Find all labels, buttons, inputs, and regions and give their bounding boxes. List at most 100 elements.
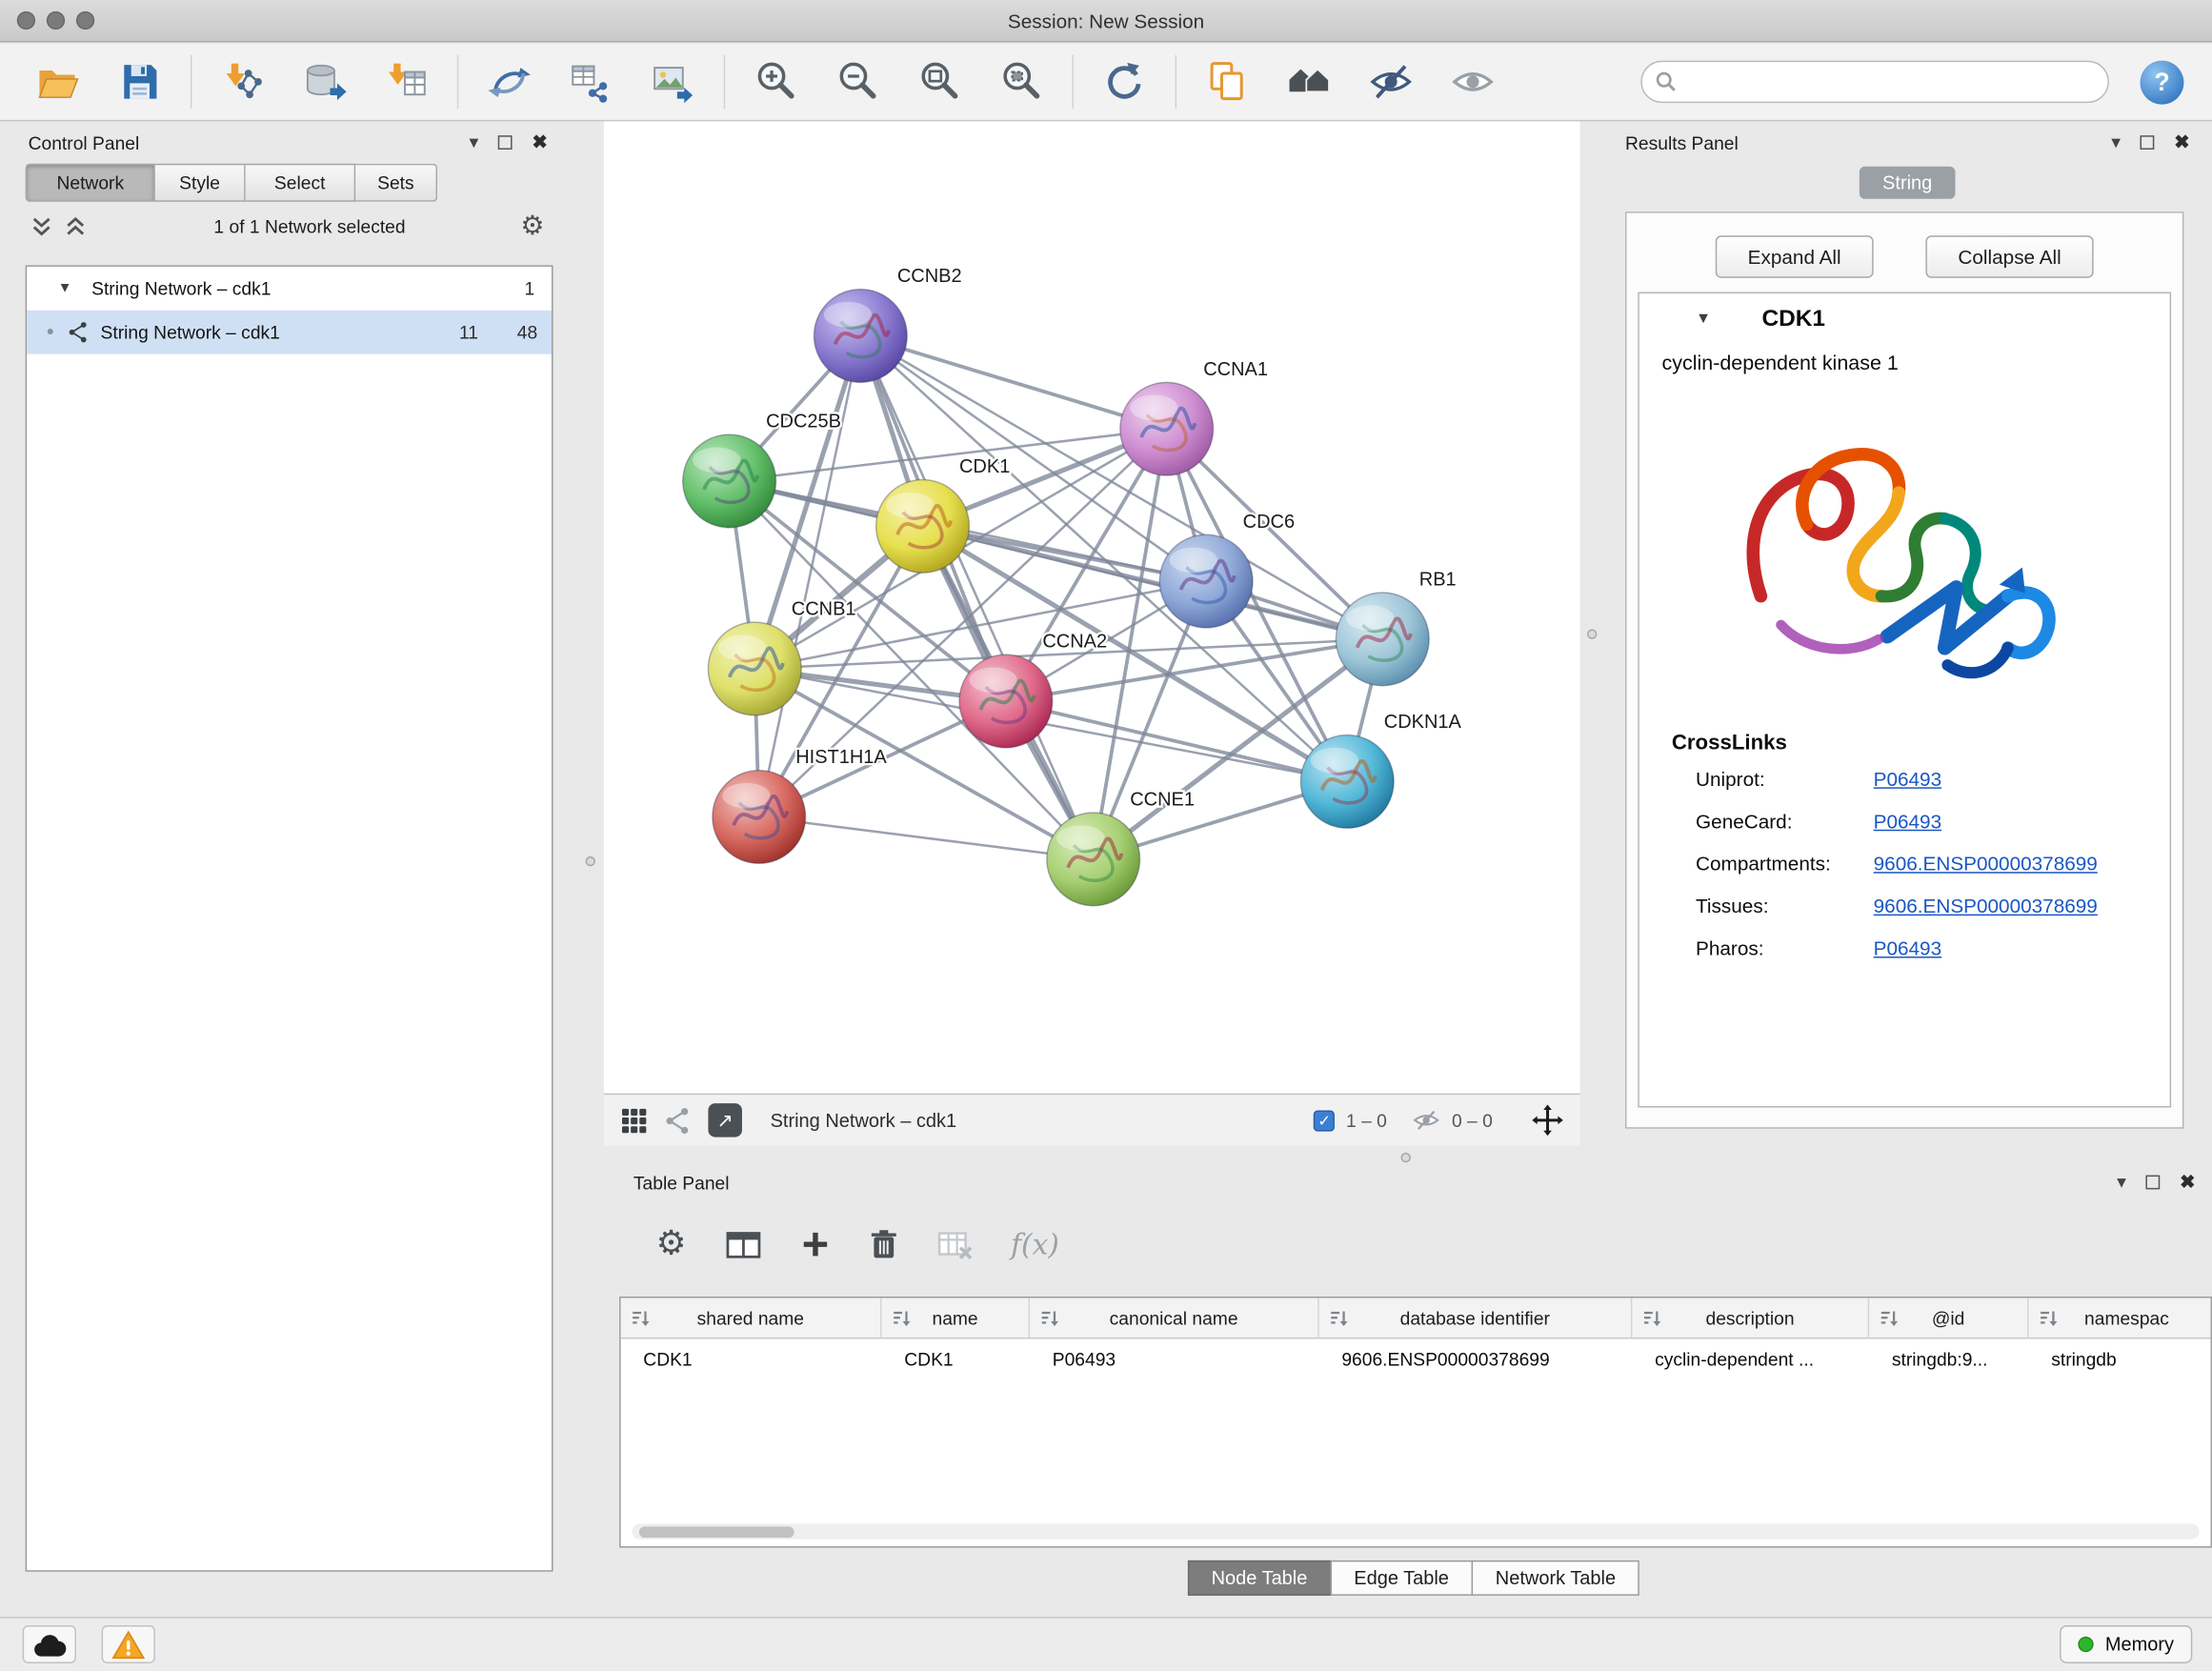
gene-name: CDK1 [1761, 306, 1825, 332]
help-button[interactable]: ? [2141, 60, 2184, 104]
table-settings-gear-icon[interactable]: ⚙ [656, 1227, 687, 1261]
crosslink-value-link[interactable]: P06493 [1874, 936, 1941, 959]
network-type-icon[interactable] [665, 1107, 692, 1134]
birdseye-grid-icon[interactable] [621, 1107, 648, 1134]
crosslink-row: GeneCard:P06493 [1639, 800, 2170, 842]
network-edge[interactable] [759, 335, 861, 816]
network-node-CCNB2[interactable] [814, 290, 907, 383]
tab-select[interactable]: Select [246, 164, 356, 202]
export-image-icon[interactable] [648, 56, 698, 107]
save-session-icon[interactable] [114, 56, 165, 107]
tab-style[interactable]: Style [155, 164, 246, 202]
panel-maximize-icon[interactable] [498, 135, 513, 150]
column-header--id[interactable]: @id [1869, 1298, 2028, 1337]
network-node-CCNA1[interactable] [1120, 382, 1214, 475]
crosslink-value-link[interactable]: 9606.ENSP00000378699 [1874, 895, 2098, 917]
crosslink-value-link[interactable]: P06493 [1874, 810, 1941, 833]
panel-maximize-icon[interactable] [2146, 1176, 2161, 1190]
network-row-selected[interactable]: • String Network – cdk1 11 48 [27, 311, 552, 354]
memory-button[interactable]: Memory [2060, 1625, 2192, 1663]
network-canvas[interactable]: CCNB2CCNA1CDC25BCDK1CDC6RB1CCNB1CCNA2CDK… [604, 121, 1580, 1093]
network-node-CCNA2[interactable] [959, 654, 1053, 748]
column-header-description[interactable]: description [1632, 1298, 1869, 1337]
network-options-gear-icon[interactable]: ⚙ [520, 212, 544, 239]
panel-close-icon[interactable]: ✖ [2174, 131, 2189, 154]
import-network-database-icon[interactable] [299, 56, 350, 107]
tab-node-table[interactable]: Node Table [1187, 1560, 1331, 1596]
column-header-label: namespac [2084, 1307, 2169, 1328]
hidden-eye-icon[interactable] [1412, 1106, 1440, 1135]
panel-float-icon[interactable]: ▾ [2111, 131, 2121, 154]
import-table-file-icon[interactable] [381, 56, 432, 107]
network-edge[interactable] [1006, 701, 1347, 781]
window-titlebar: Session: New Session [0, 0, 2212, 42]
network-node-CDKN1A[interactable] [1300, 735, 1394, 829]
network-edge[interactable] [860, 335, 1166, 429]
column-header-database-identifier[interactable]: database identifier [1319, 1298, 1633, 1337]
network-node-RB1[interactable] [1336, 593, 1429, 686]
table-row[interactable]: CDK1CDK1P064939606.ENSP00000378699cyclin… [621, 1339, 2211, 1378]
table-horizontal-scrollbar[interactable] [632, 1523, 2199, 1539]
collapse-entry-icon[interactable]: ▼ [1696, 311, 1711, 328]
tab-network-table[interactable]: Network Table [1472, 1560, 1640, 1596]
pan-mode-crosshair-icon[interactable] [1532, 1105, 1563, 1137]
new-network-from-selection-icon[interactable] [566, 56, 616, 107]
open-session-icon[interactable] [32, 56, 83, 107]
network-node-CDC25B[interactable] [683, 434, 776, 528]
network-node-label: CCNB2 [897, 266, 962, 287]
crosslink-value-link[interactable]: P06493 [1874, 768, 1941, 791]
zoom-fit-icon[interactable] [915, 56, 965, 107]
panel-float-icon[interactable]: ▾ [2117, 1171, 2126, 1194]
detach-view-button[interactable]: ↗ [708, 1103, 742, 1137]
zoom-in-icon[interactable] [751, 56, 801, 107]
network-edge[interactable] [860, 335, 1093, 858]
crosslink-row: Compartments:9606.ENSP00000378699 [1639, 842, 2170, 884]
panel-maximize-icon[interactable] [2141, 135, 2155, 150]
import-network-file-icon[interactable] [217, 56, 268, 107]
expand-all-networks-icon[interactable] [65, 215, 86, 236]
search-input[interactable] [1640, 61, 2109, 103]
selected-checkbox-icon[interactable]: ✓ [1314, 1110, 1335, 1131]
show-hide-graphics-details-icon[interactable] [1366, 56, 1417, 107]
zoom-out-icon[interactable] [833, 56, 883, 107]
network-collection-row[interactable]: ▼ String Network – cdk1 1 [27, 267, 552, 311]
tree-expanded-icon[interactable]: ▼ [58, 281, 72, 296]
network-merge-icon[interactable] [484, 56, 534, 107]
column-header-namespac[interactable]: namespac [2029, 1298, 2212, 1337]
home-icon[interactable] [1284, 56, 1335, 107]
show-columns-icon[interactable] [724, 1228, 761, 1260]
network-node-CCNB1[interactable] [708, 622, 801, 715]
tab-edge-table[interactable]: Edge Table [1330, 1560, 1473, 1596]
network-node-CDK1[interactable] [876, 480, 970, 574]
expand-all-button[interactable]: Expand All [1716, 235, 1874, 277]
collapse-all-button[interactable]: Collapse All [1925, 235, 2093, 277]
column-header-canonical-name[interactable]: canonical name [1030, 1298, 1319, 1337]
tab-network[interactable]: Network [26, 164, 155, 202]
collapse-all-networks-icon[interactable] [31, 215, 52, 236]
eye-icon[interactable] [1447, 56, 1498, 107]
zoom-selected-icon[interactable] [996, 56, 1047, 107]
cloud-services-button[interactable] [23, 1625, 76, 1663]
left-splitter-handle[interactable] [586, 856, 595, 866]
create-column-plus-icon[interactable] [799, 1229, 831, 1260]
crosslink-value-link[interactable]: 9606.ENSP00000378699 [1874, 852, 2098, 875]
right-splitter-handle[interactable] [1587, 629, 1597, 638]
network-node-CCNE1[interactable] [1047, 813, 1140, 906]
network-edge[interactable] [759, 816, 1094, 858]
panel-close-icon[interactable]: ✖ [2180, 1171, 2195, 1194]
bottom-splitter-handle[interactable] [1401, 1153, 1411, 1162]
column-header-shared-name[interactable]: shared name [621, 1298, 882, 1337]
warnings-button[interactable] [102, 1625, 155, 1663]
string-tab-badge[interactable]: String [1860, 167, 1955, 199]
open-documentation-icon[interactable] [1202, 56, 1253, 107]
tab-sets[interactable]: Sets [355, 164, 437, 202]
apply-layout-icon[interactable] [1099, 56, 1150, 107]
panel-float-icon[interactable]: ▾ [469, 131, 478, 154]
network-node-HIST1H1A[interactable] [713, 771, 806, 864]
network-node-CDC6[interactable] [1159, 534, 1253, 628]
column-header-name[interactable]: name [882, 1298, 1030, 1337]
crosslink-row: Tissues:9606.ENSP00000378699 [1639, 885, 2170, 927]
panel-close-icon[interactable]: ✖ [532, 131, 547, 154]
scrollbar-thumb[interactable] [639, 1526, 794, 1538]
delete-column-trash-icon[interactable] [869, 1227, 898, 1261]
